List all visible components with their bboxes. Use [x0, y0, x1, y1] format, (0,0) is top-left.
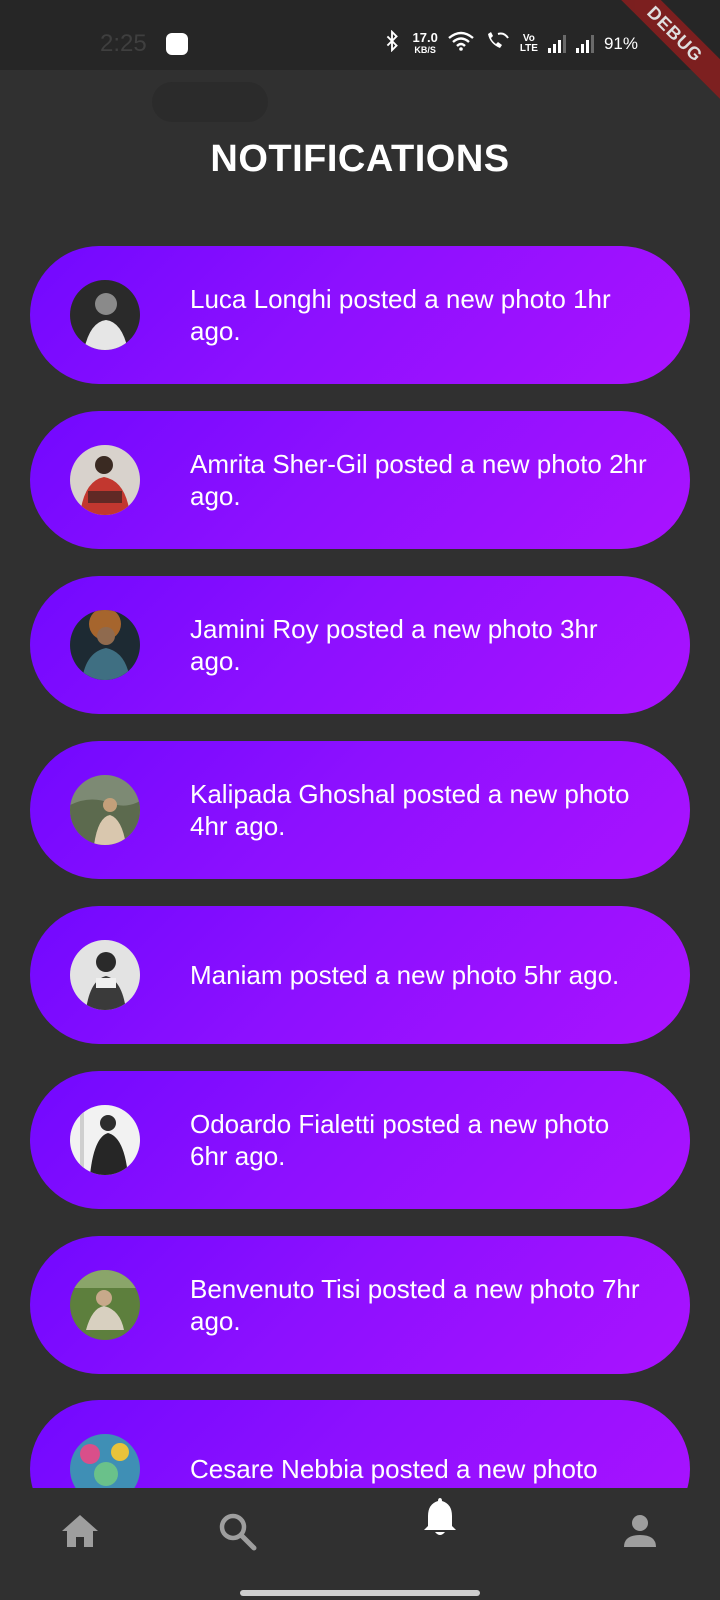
avatar	[70, 445, 140, 515]
home-indicator[interactable]	[240, 1590, 480, 1596]
notification-text: Odoardo Fialetti posted a new photo 6hr …	[190, 1109, 610, 1171]
notification-card[interactable]: Luca Longhi posted a new photo 1hr ago.	[30, 246, 690, 384]
signal-icon	[547, 34, 566, 53]
bluetooth-icon	[381, 29, 403, 57]
notification-text: Maniam posted a new photo 5hr ago.	[190, 960, 620, 990]
camera-cutout	[152, 82, 268, 122]
nav-home[interactable]	[55, 1508, 105, 1558]
notification-card[interactable]: Kalipada Ghoshal posted a new photo 4hr …	[30, 741, 690, 879]
bell-icon	[422, 1496, 458, 1543]
bottom-navigation	[0, 1488, 720, 1600]
notification-text: Luca Longhi posted a new photo 1hr ago.	[190, 284, 611, 346]
status-icons: 17.0 KB/S Vo LTE 91%	[381, 29, 638, 57]
person-icon	[622, 1513, 658, 1554]
notification-text: Jamini Roy posted a new photo 3hr ago.	[190, 614, 598, 676]
notification-card[interactable]: Odoardo Fialetti posted a new photo 6hr …	[30, 1071, 690, 1209]
notification-list[interactable]: Luca Longhi posted a new photo 1hr ago. …	[0, 0, 720, 1488]
notification-text: Amrita Sher-Gil posted a new photo 2hr a…	[190, 449, 647, 511]
page-title: NOTIFICATIONS	[210, 138, 510, 180]
notification-card[interactable]: Maniam posted a new photo 5hr ago.	[30, 906, 690, 1044]
notification-card[interactable]: Benvenuto Tisi posted a new photo 7hr ag…	[30, 1236, 690, 1374]
notification-card[interactable]: Amrita Sher-Gil posted a new photo 2hr a…	[30, 411, 690, 549]
avatar	[70, 775, 140, 845]
battery-percent: 91%	[603, 33, 638, 53]
nav-search[interactable]	[212, 1508, 262, 1558]
wifi-calling-icon	[484, 30, 510, 57]
app-notification-icon	[166, 33, 188, 55]
notification-card[interactable]: Cesare Nebbia posted a new photo	[30, 1400, 690, 1488]
avatar	[70, 1105, 140, 1175]
nav-notifications[interactable]	[415, 1494, 465, 1544]
network-speed: 17.0 KB/S	[412, 29, 438, 55]
wifi-icon	[448, 31, 474, 56]
home-icon	[60, 1513, 100, 1554]
avatar	[70, 610, 140, 680]
avatar	[70, 280, 140, 350]
volte-indicator: Vo LTE	[519, 32, 538, 54]
status-bar: 2:25 17.0 KB/S Vo LTE 91%	[0, 0, 720, 70]
search-icon	[217, 1511, 257, 1556]
avatar	[70, 940, 140, 1010]
avatar	[70, 1270, 140, 1340]
notification-text: Benvenuto Tisi posted a new photo 7hr ag…	[190, 1274, 640, 1336]
notification-text: Cesare Nebbia posted a new photo	[190, 1454, 598, 1484]
nav-profile[interactable]	[615, 1508, 665, 1558]
status-time: 2:25	[100, 30, 147, 57]
avatar	[70, 1434, 140, 1488]
signal-icon	[575, 34, 594, 53]
notification-text: Kalipada Ghoshal posted a new photo 4hr …	[190, 779, 630, 841]
notification-card[interactable]: Jamini Roy posted a new photo 3hr ago.	[30, 576, 690, 714]
